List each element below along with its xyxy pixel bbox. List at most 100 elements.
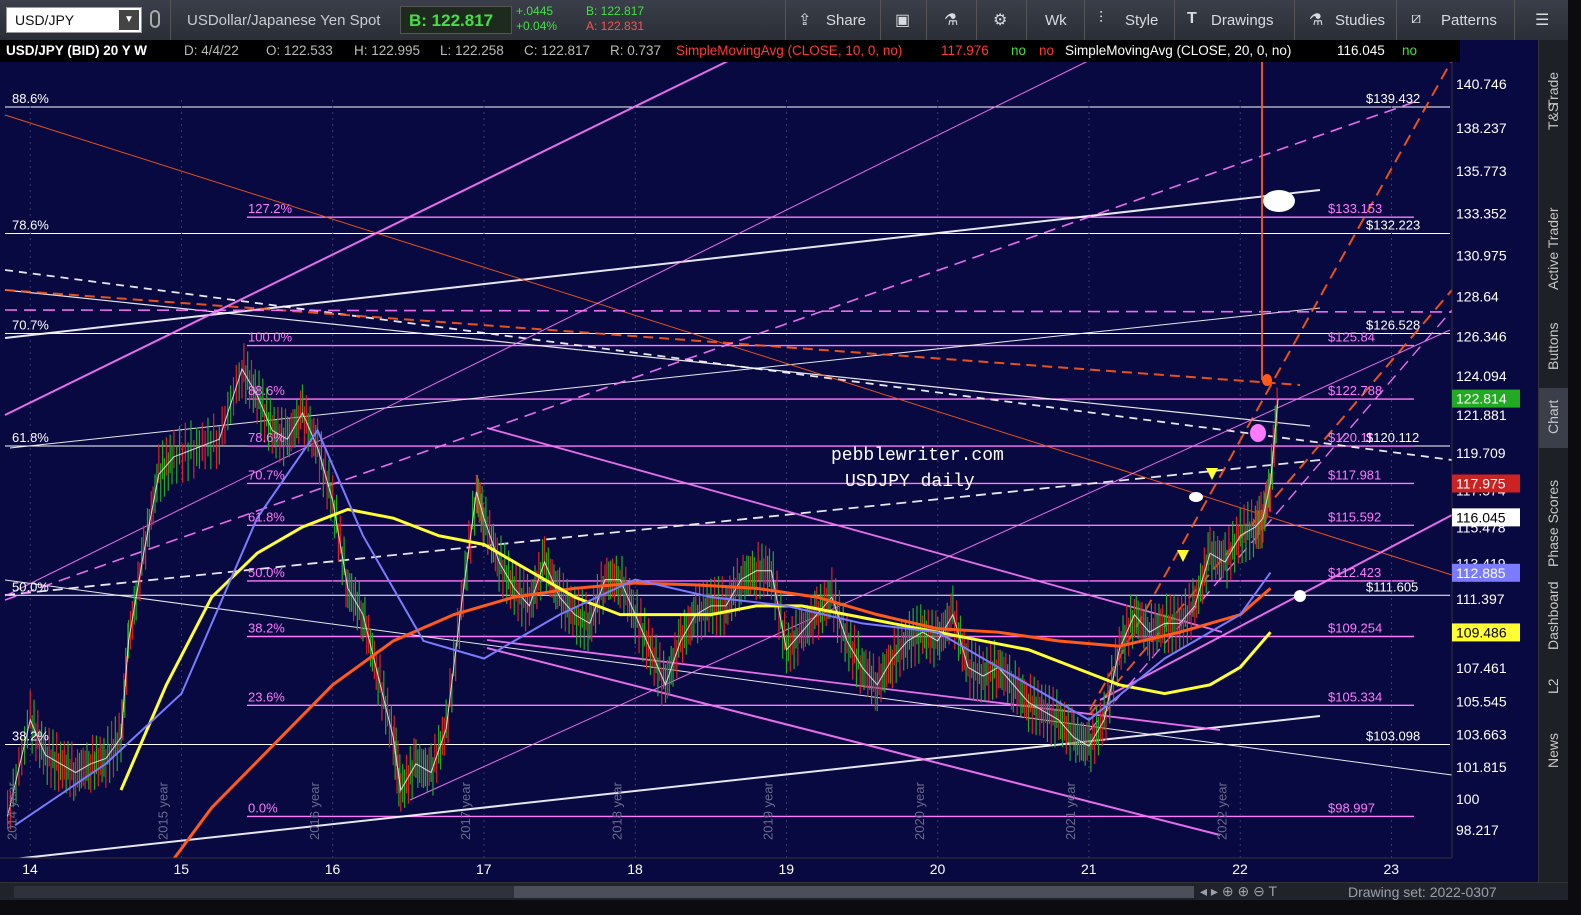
ask-small: A: 122.831 (586, 19, 645, 33)
toolbar: USD/JPY ▼ USDollar/Japanese Yen Spot B: … (0, 0, 1568, 41)
zoom-in-icon[interactable]: ⊕ (1237, 883, 1249, 899)
screenshot-button[interactable]: ▣ (880, 0, 927, 40)
level-price-label: $133.153 (1328, 201, 1382, 216)
sidebar-tab-label: T&S (1545, 102, 1561, 130)
style-button[interactable]: ⫶ Style (1084, 0, 1175, 40)
sma20-label[interactable]: SimpleMovingAvg (CLOSE, 20, 0, no) (1065, 43, 1291, 58)
scrollbar-thumb[interactable] (514, 886, 1194, 898)
sidebar-tab-t-s[interactable]: T&S (1539, 100, 1569, 160)
trend-line (4, 59, 731, 416)
share-button[interactable]: ⇪ Share (785, 0, 881, 40)
fib-pink-label: 38.2% (248, 621, 285, 636)
price-chart[interactable]: 88.6% 78.6% 70.7% 61.8% 50.0% 38.2% 127.2% 100.… (0, 40, 1538, 882)
period-button[interactable]: Wk (1026, 0, 1085, 40)
sidebar-tab-dashboard[interactable]: Dashboard (1539, 572, 1569, 651)
sma20-flag: no (1402, 43, 1418, 58)
sma10-flag-1: no (1011, 43, 1027, 58)
level-price-label: $103.098 (1366, 729, 1420, 744)
fib-white-label: 70.7% (12, 317, 49, 332)
sidebar-tab-chart[interactable]: Chart (1539, 388, 1569, 448)
bid-price: B: 122.817 (409, 11, 494, 30)
trend-line (9, 307, 1321, 449)
fib-white-label: 88.6% (12, 91, 49, 106)
flask-button[interactable]: ⚗ (926, 0, 977, 40)
menu-button[interactable]: ☰ (1514, 0, 1569, 40)
sidebar-tab-active-trader[interactable]: Active Trader (1539, 180, 1569, 290)
year-label: 2017 year (458, 782, 473, 840)
year-label: 2020 year (912, 782, 927, 840)
x-tick-label: 21 (1081, 861, 1097, 877)
year-label: 2018 year (609, 782, 624, 840)
studies-button[interactable]: ⚗ Studies (1294, 0, 1397, 40)
sidebar-tab-label: Chart (1545, 399, 1561, 434)
sidebar-tab-buttons[interactable]: Buttons (1539, 308, 1569, 370)
y-tick-label: 103.663 (1456, 727, 1507, 743)
level-price-label: $122.788 (1328, 383, 1382, 398)
sidebar-tab-label: Phase Scores (1545, 479, 1561, 567)
trend-line (409, 329, 1451, 801)
flask-studies-icon: ⚗ (1309, 12, 1324, 29)
bottom-tools[interactable]: ◂ ▸ ⊕ ⊕ ⊖ T (1200, 883, 1277, 900)
ohlc-close: C: 122.817 (524, 43, 591, 58)
trend-line (4, 579, 1453, 776)
y-tick-label: 133.352 (1456, 206, 1507, 222)
text-tool-icon: T (1187, 10, 1197, 27)
description-text: USDollar/Japanese Yen Spot (187, 12, 381, 29)
level-price-label: $132.223 (1366, 218, 1420, 233)
year-label: 2015 year (156, 782, 171, 840)
x-tick-label: 23 (1384, 861, 1400, 877)
sidebar-tab-news[interactable]: News (1539, 730, 1569, 790)
sma10-flag-2: no (1039, 43, 1055, 58)
year-label: 2019 year (761, 782, 776, 840)
x-tick-label: 19 (779, 861, 795, 877)
ohlc-open: O: 122.533 (266, 43, 333, 58)
level-price-label: $98.997 (1328, 800, 1375, 815)
y-tick-label: 130.975 (1456, 247, 1507, 263)
marker-ellipse (1189, 492, 1203, 502)
fib-pink-label: 88.6% (248, 383, 285, 398)
window-edge (1568, 0, 1581, 915)
sidebar-tab-phase-scores[interactable]: Phase Scores (1539, 465, 1569, 567)
bid-small: B: 122.817 (586, 4, 645, 18)
y-tick-label: 124.094 (1456, 368, 1507, 384)
trend-line (4, 189, 1321, 339)
chart-area[interactable]: 88.6% 78.6% 70.7% 61.8% 50.0% 38.2% 127.2% 100.… (0, 40, 1538, 882)
patterns-button[interactable]: ⧄ Patterns (1396, 0, 1515, 40)
settings-button[interactable]: ⚙ (976, 0, 1027, 40)
change-percent: +0.04% (516, 19, 558, 33)
sidebar-tab-label: Buttons (1545, 322, 1561, 370)
menu-icon: ☰ (1535, 12, 1550, 29)
zoom-out-icon[interactable]: ⊖ (1253, 883, 1265, 899)
trend-line (1099, 514, 1453, 701)
scroll-right-icon[interactable]: ▸ (1211, 883, 1218, 899)
fib-pink-label: 78.6% (248, 430, 285, 445)
drawings-button[interactable]: T Drawings (1174, 0, 1295, 40)
right-sidebar: Trade T&S Active Trader Buttons Chart Phase S… (1538, 40, 1569, 882)
chevron-down-icon[interactable]: ▼ (119, 10, 139, 30)
horizontal-scrollbar[interactable] (14, 886, 1194, 898)
sidebar-tab-l2[interactable]: L2 (1539, 672, 1569, 732)
sidebar-tab-label: L2 (1545, 678, 1561, 694)
year-label: 2016 year (307, 782, 322, 840)
trend-line (4, 59, 1091, 597)
link-icon[interactable] (150, 10, 160, 28)
crosshair-icon[interactable]: ⊕ (1222, 883, 1234, 899)
sma10-label[interactable]: SimpleMovingAvg (CLOSE, 10, 0, no) (676, 43, 902, 58)
symbol-selector[interactable]: USD/JPY ▼ (6, 7, 142, 33)
price-flag-label: 116.045 (1456, 509, 1506, 525)
text-icon[interactable]: T (1268, 883, 1277, 899)
level-price-label: $117.981 (1328, 467, 1381, 482)
footer-strip (0, 900, 1581, 915)
ohlc-date: D: 4/4/22 (184, 43, 239, 58)
marker-ellipse (1250, 424, 1266, 442)
y-tick-label: 121.881 (1456, 407, 1507, 423)
x-tick-label: 14 (22, 861, 38, 877)
scroll-left-icon[interactable]: ◂ (1200, 883, 1207, 899)
sma10-value: 117.976 (941, 43, 989, 58)
y-tick-label: 105.545 (1456, 694, 1507, 710)
bid-price-box: B: 122.817 (400, 6, 512, 34)
chart-title: USD/JPY (BID) 20 Y W (6, 43, 148, 58)
price-flag-label: 122.814 (1456, 391, 1507, 407)
x-tick-label: 17 (476, 861, 492, 877)
year-label: 2014 year (4, 782, 19, 840)
